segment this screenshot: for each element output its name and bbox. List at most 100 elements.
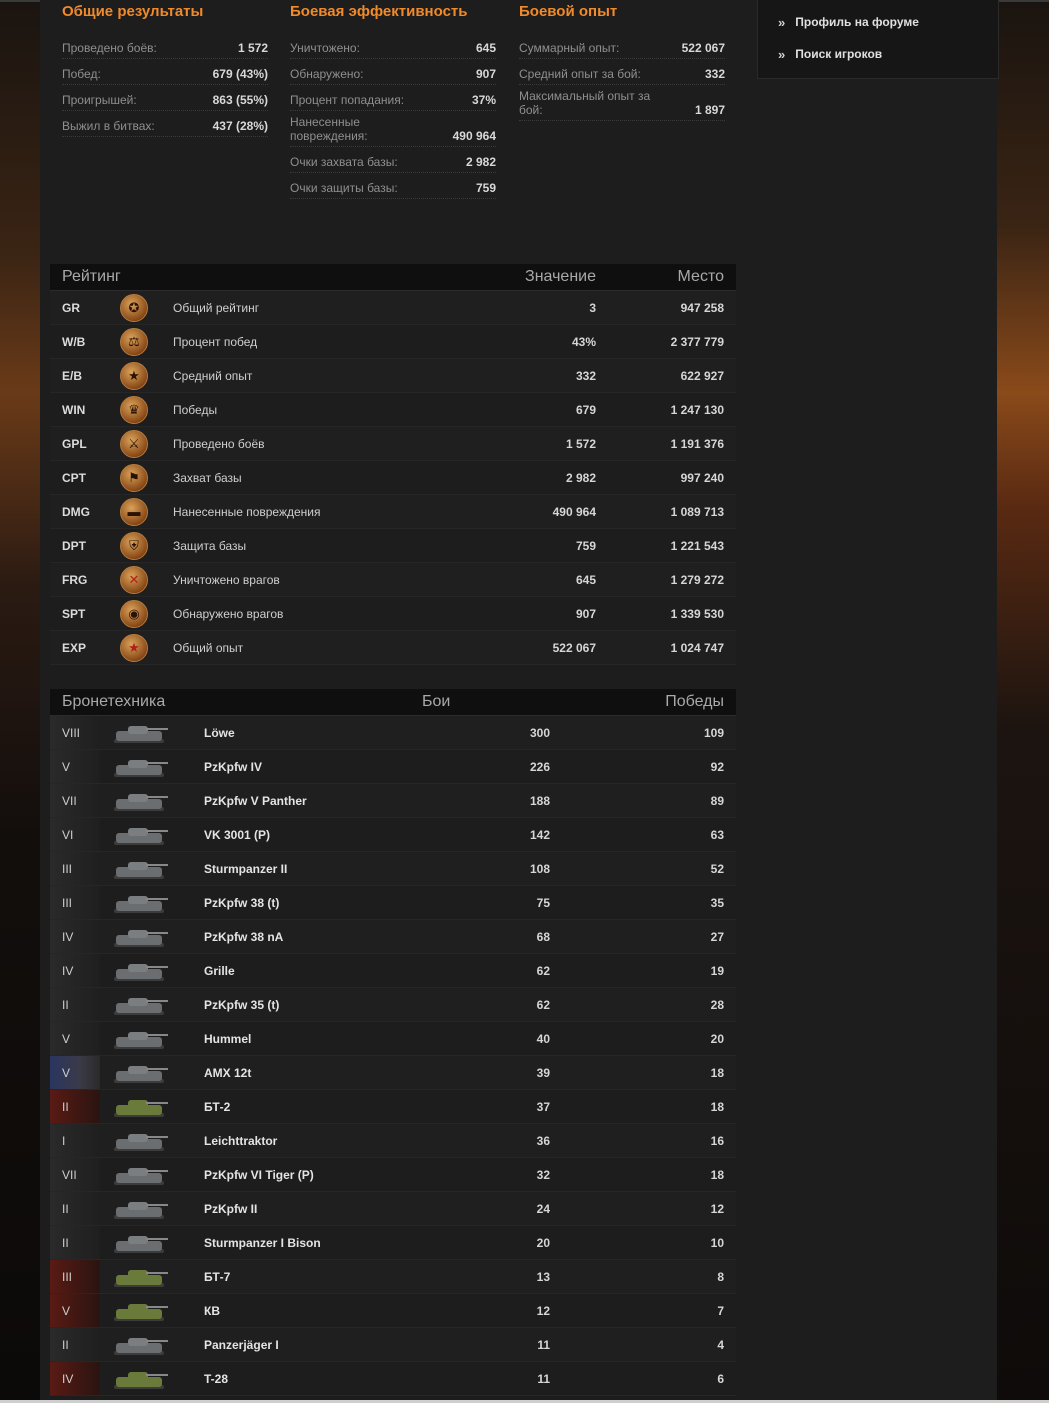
tank-silhouette-icon: [110, 1368, 170, 1390]
vehicle-battles: 300: [430, 726, 550, 740]
stat-label: Очки защиты базы:: [290, 181, 398, 195]
rating-code: E/B: [50, 369, 120, 383]
vehicle-row[interactable]: IVPzKpfw 38 nA6827: [50, 920, 736, 954]
vehicle-row[interactable]: ILeichttraktor3616: [50, 1124, 736, 1158]
vehicle-wins: 92: [550, 760, 736, 774]
rating-row: GR✪Общий рейтинг3947 258: [50, 291, 736, 325]
vehicle-row[interactable]: VКВ127: [50, 1294, 736, 1328]
vehicle-wins: 109: [550, 726, 736, 740]
star-medal-icon: ★: [120, 362, 148, 390]
rating-value: 3: [496, 301, 596, 315]
tank-silhouette-icon: [110, 1334, 170, 1356]
rating-row: E/B★Средний опыт332622 927: [50, 359, 736, 393]
vehicle-name: Panzerjäger I: [180, 1338, 430, 1352]
combat-experience-title: Боевой опыт: [519, 0, 725, 33]
vehicle-battles: 11: [430, 1338, 550, 1352]
vehicle-row[interactable]: VIIPzKpfw V Panther18889: [50, 784, 736, 818]
vehicle-row[interactable]: IIIБТ-7138: [50, 1260, 736, 1294]
tank-icon: [100, 1124, 180, 1157]
vehicle-wins: 16: [550, 1134, 736, 1148]
stat-row: Очки захвата базы:2 982: [290, 147, 496, 173]
vehicle-wins: 10: [550, 1236, 736, 1250]
tank-silhouette-icon: [110, 1300, 170, 1322]
background-right-edge: [997, 0, 1049, 1403]
vehicle-row[interactable]: VAMX 12t3918: [50, 1056, 736, 1090]
vehicle-tier: VII: [50, 784, 100, 817]
vehicle-name: PzKpfw II: [180, 1202, 430, 1216]
rating-header-name: Рейтинг: [50, 268, 396, 286]
vehicle-tier: IV: [50, 920, 100, 953]
rating-place: 1 191 376: [596, 437, 736, 451]
stat-value: 759: [476, 181, 496, 195]
shield-medal-icon: ⛨: [120, 532, 148, 560]
stat-value: 490 964: [453, 129, 496, 143]
stat-value: 522 067: [682, 41, 725, 55]
stat-row: Проигрышей:863 (55%): [62, 85, 268, 111]
vehicle-name: PzKpfw 35 (t): [180, 998, 430, 1012]
binoculars-medal-icon: ◉: [120, 600, 148, 628]
stat-value: 1 572: [238, 41, 268, 55]
vehicle-row[interactable]: IIБТ-23718: [50, 1090, 736, 1124]
forum-profile-link[interactable]: » Профиль на форуме: [758, 6, 998, 38]
stat-label: Уничтожено:: [290, 41, 360, 55]
rating-value: 1 572: [496, 437, 596, 451]
vehicle-row[interactable]: IIIPzKpfw 38 (t)7535: [50, 886, 736, 920]
cup-medal-icon: ♛: [120, 396, 148, 424]
vehicle-row[interactable]: IIPanzerjäger I114: [50, 1328, 736, 1362]
crossed-swords-medal-icon: ⚔: [120, 430, 148, 458]
rating-table: Рейтинг Значение Место GR✪Общий рейтинг3…: [50, 264, 736, 665]
vehicle-wins: 6: [550, 1372, 736, 1386]
tank-icon: [100, 1090, 180, 1123]
vehicle-row[interactable]: VHummel4020: [50, 1022, 736, 1056]
vehicle-name: PzKpfw 38 (t): [180, 896, 430, 910]
stat-row: Обнаружено:907: [290, 59, 496, 85]
rating-code: DPT: [50, 539, 120, 553]
tank-silhouette-icon: [110, 1130, 170, 1152]
vehicle-wins: 28: [550, 998, 736, 1012]
tank-icon: [100, 750, 180, 783]
rating-code: GPL: [50, 437, 120, 451]
rating-name: Процент побед: [148, 335, 496, 349]
tank-medal-icon: ▬: [120, 498, 148, 526]
vehicle-wins: 35: [550, 896, 736, 910]
vehicle-row[interactable]: IISturmpanzer I Bison2010: [50, 1226, 736, 1260]
rating-name: Общий рейтинг: [148, 301, 496, 315]
stat-label: Максимальный опыт за бой:: [519, 89, 669, 117]
vehicle-name: Grille: [180, 964, 430, 978]
rating-code: DMG: [50, 505, 120, 519]
vehicle-battles: 12: [430, 1304, 550, 1318]
vehicle-tier: III: [50, 852, 100, 885]
vehicle-row[interactable]: IIISturmpanzer II10852: [50, 852, 736, 886]
stat-label: Выжил в битвах:: [62, 119, 155, 133]
rating-row: FRG✕Уничтожено врагов6451 279 272: [50, 563, 736, 597]
vehicle-name: Löwe: [180, 726, 430, 740]
stat-value: 437 (28%): [213, 119, 268, 133]
rating-place: 1 339 530: [596, 607, 736, 621]
tank-icon: [100, 988, 180, 1021]
rating-value: 522 067: [496, 641, 596, 655]
vehicle-row[interactable]: IVGrille6219: [50, 954, 736, 988]
stat-row: Нанесенные повреждения:490 964: [290, 111, 496, 147]
rating-value: 332: [496, 369, 596, 383]
content-area: Общие результаты Проведено боёв:1 572Поб…: [40, 0, 997, 1403]
vehicle-wins: 52: [550, 862, 736, 876]
vehicle-row[interactable]: VIVK 3001 (P)14263: [50, 818, 736, 852]
vehicle-wins: 89: [550, 794, 736, 808]
stat-label: Суммарный опыт:: [519, 41, 619, 55]
vehicle-name: Hummel: [180, 1032, 430, 1046]
vehicle-row[interactable]: IIPzKpfw 35 (t)6228: [50, 988, 736, 1022]
player-search-link[interactable]: » Поиск игроков: [758, 38, 998, 70]
vehicle-row[interactable]: IVT-28116: [50, 1362, 736, 1396]
rating-row: DPT⛨Защита базы7591 221 543: [50, 529, 736, 563]
tank-icon: [100, 1192, 180, 1225]
rating-code: CPT: [50, 471, 120, 485]
tank-silhouette-icon: [110, 858, 170, 880]
vehicle-row[interactable]: VIIPzKpfw VI Tiger (P)3218: [50, 1158, 736, 1192]
vehicle-tier: IV: [50, 954, 100, 987]
vehicle-wins: 63: [550, 828, 736, 842]
tank-icon: [100, 1260, 180, 1293]
vehicle-name: VK 3001 (P): [180, 828, 430, 842]
vehicle-row[interactable]: VPzKpfw IV22692: [50, 750, 736, 784]
vehicle-row[interactable]: IIPzKpfw II2412: [50, 1192, 736, 1226]
vehicle-row[interactable]: VIIILöwe300109: [50, 716, 736, 750]
